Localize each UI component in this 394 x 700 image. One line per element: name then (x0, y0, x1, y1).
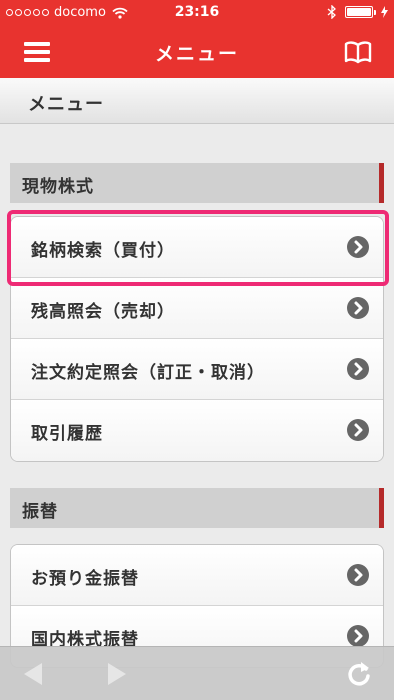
chevron-right-icon (347, 236, 369, 258)
menu-item-label: 銘柄検索（買付） (31, 241, 175, 261)
menu-item-balance-inquiry[interactable]: 残高照会（売却） (11, 278, 383, 339)
menu-item-label: 残高照会（売却） (31, 302, 175, 322)
book-icon[interactable] (344, 40, 372, 64)
app-nav-bar: メニュー (0, 26, 394, 78)
section-header-stocks: 現物株式 (10, 163, 384, 203)
page-title: メニュー (28, 94, 104, 115)
status-right (327, 5, 388, 19)
forward-arrow-icon[interactable] (104, 660, 130, 688)
nav-title: メニュー (154, 43, 239, 65)
menu-item-stock-search[interactable]: 銘柄検索（買付） (11, 217, 383, 278)
bluetooth-icon (327, 5, 336, 19)
menu-item-label: 注文約定照会（訂正・取消） (31, 363, 265, 383)
section-label: 振替 (22, 502, 58, 522)
chevron-right-icon (347, 564, 369, 586)
menu-group-stocks: 銘柄検索（買付） 残高照会（売却） 注文約定照会（訂正・取消） 取引履歴 (10, 216, 384, 462)
browser-toolbar (0, 646, 394, 700)
chevron-right-icon (347, 297, 369, 319)
reload-icon[interactable] (346, 660, 372, 688)
chevron-right-icon (347, 358, 369, 380)
menu-item-label: お預り金振替 (31, 569, 139, 589)
page-header: メニュー (0, 78, 394, 124)
chevron-right-icon (347, 625, 369, 647)
menu-item-trade-history[interactable]: 取引履歴 (11, 400, 383, 461)
menu-item-order-inquiry[interactable]: 注文約定照会（訂正・取消） (11, 339, 383, 400)
charging-icon (381, 6, 388, 18)
back-arrow-icon[interactable] (20, 660, 46, 688)
menu-item-deposit-transfer[interactable]: お預り金振替 (11, 545, 383, 606)
section-header-transfer: 振替 (10, 488, 384, 528)
status-bar: docomo 23:16 (0, 0, 394, 26)
battery-icon (345, 6, 376, 18)
battery-level (347, 8, 371, 16)
menu-item-label: 取引履歴 (31, 424, 103, 444)
section-label: 現物株式 (22, 177, 94, 197)
chevron-right-icon (347, 419, 369, 441)
